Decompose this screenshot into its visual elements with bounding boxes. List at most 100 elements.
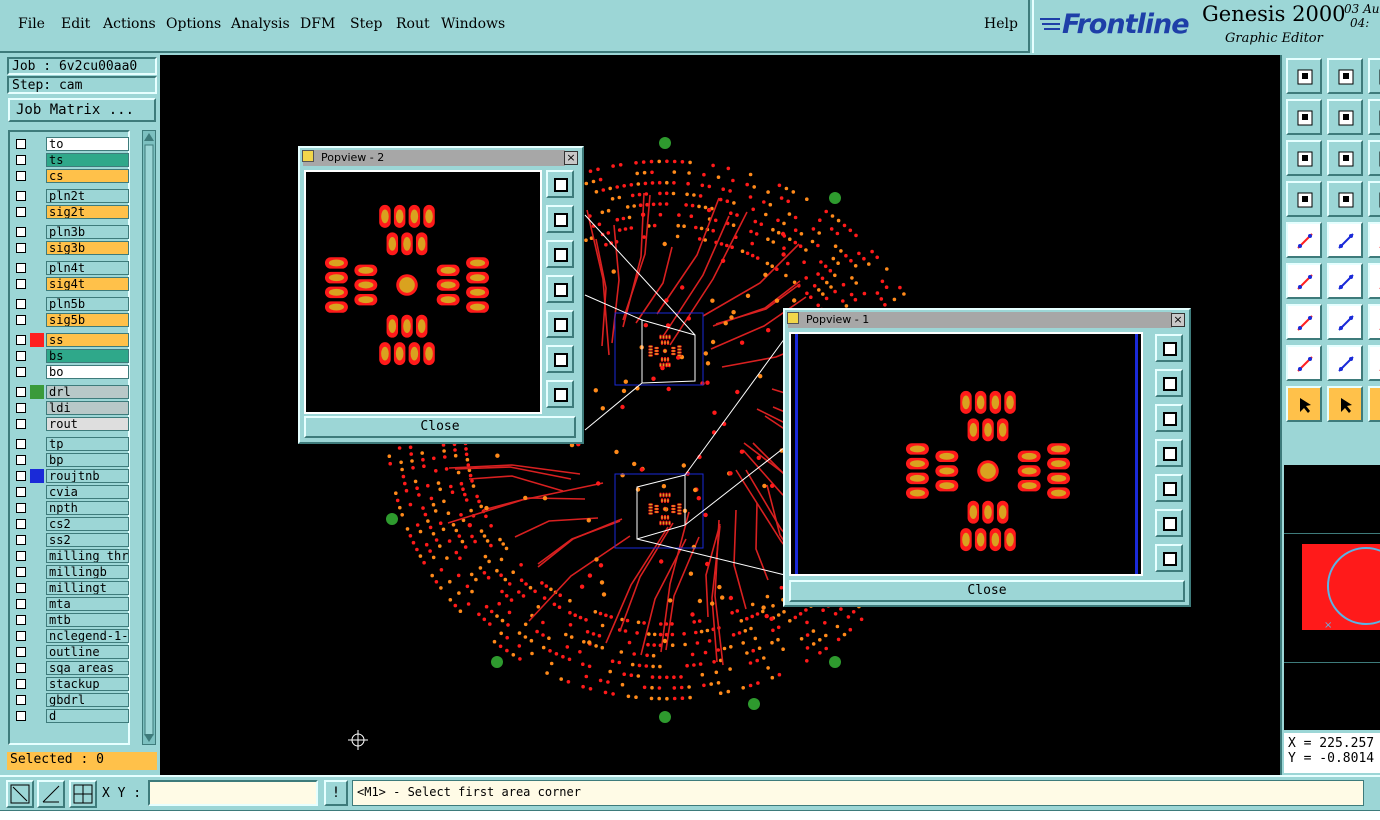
layer-checkbox[interactable] (16, 367, 26, 377)
delete-tool-button[interactable] (1327, 222, 1363, 258)
layer-checkbox[interactable] (16, 711, 26, 721)
layer-row-mtb[interactable]: mtb (10, 612, 132, 628)
layer-row-cvia[interactable]: cvia (10, 484, 132, 500)
layer-row-sig2t[interactable]: sig2t (10, 204, 132, 220)
layer-checkbox[interactable] (16, 191, 26, 201)
layer-name[interactable]: cvia (46, 485, 129, 499)
layer-checkbox[interactable] (16, 567, 26, 577)
layer-name[interactable]: rout (46, 417, 129, 431)
menu-step[interactable]: Step (350, 16, 382, 32)
select-tool-button[interactable] (1286, 386, 1322, 422)
pan-left-button[interactable] (546, 275, 574, 303)
layer-row-bp[interactable]: bp (10, 452, 132, 468)
layer-checkbox[interactable] (16, 335, 26, 345)
layer-name[interactable]: ldi (46, 401, 129, 415)
menu-options[interactable]: Options (166, 16, 221, 32)
layer-checkbox[interactable] (16, 439, 26, 449)
arc-tool-button[interactable] (1286, 263, 1322, 299)
layer-row-to[interactable]: to (10, 136, 132, 152)
layer-name[interactable]: sig2t (46, 205, 129, 219)
shift-tool-button[interactable] (1368, 263, 1380, 299)
layer-row-gbdrl[interactable]: gbdrl (10, 692, 132, 708)
layer-checkbox[interactable] (16, 631, 26, 641)
layer-checkbox[interactable] (16, 351, 26, 361)
layer-checkbox[interactable] (16, 695, 26, 705)
popview-2-title[interactable]: Popview - 2 (303, 150, 565, 166)
layer-name[interactable]: cs (46, 169, 129, 183)
tri-b-tool-button[interactable] (1327, 345, 1363, 381)
layer-name[interactable]: milling_thre (46, 549, 129, 563)
layer-name[interactable]: to (46, 137, 129, 151)
popview-2-close-x[interactable]: × (564, 151, 578, 165)
layer-row-tp[interactable]: tp (10, 436, 132, 452)
popview-1-view[interactable] (789, 332, 1143, 576)
layer-row-roujtnb[interactable]: roujtnb (10, 468, 132, 484)
layer-checkbox[interactable] (16, 207, 26, 217)
rotate-tool-button[interactable] (1368, 386, 1380, 422)
menu-actions[interactable]: Actions (103, 16, 156, 32)
layer-name[interactable]: bp (46, 453, 129, 467)
popview-2-view[interactable] (304, 170, 542, 414)
layer-name[interactable]: sig3b (46, 241, 129, 255)
layer-row-pln3b[interactable]: pln3b (10, 224, 132, 240)
layer-checkbox[interactable] (16, 263, 26, 273)
extend-tool-button[interactable] (1368, 304, 1380, 340)
window-menu-icon[interactable] (302, 150, 314, 162)
layer-name[interactable]: pln2t (46, 189, 129, 203)
layer-checkbox[interactable] (16, 503, 26, 513)
layer-checkbox[interactable] (16, 279, 26, 289)
layer-checkbox[interactable] (16, 171, 26, 181)
layer-checkbox[interactable] (16, 487, 26, 497)
layer-name[interactable]: pln3b (46, 225, 129, 239)
layer-name[interactable]: bo (46, 365, 129, 379)
layer-row-pln2t[interactable]: pln2t (10, 188, 132, 204)
zoom-tool-button[interactable] (1368, 99, 1380, 135)
zoom-out-button[interactable] (546, 240, 574, 268)
layer-checkbox[interactable] (16, 139, 26, 149)
layer-row-drl[interactable]: drl (10, 384, 132, 400)
layer-name[interactable]: ss (46, 333, 129, 347)
layer-row-nclegend-1-6[interactable]: nclegend-1-6 (10, 628, 132, 644)
center-button[interactable] (1155, 544, 1183, 572)
layer-name[interactable]: bs (46, 349, 129, 363)
layer-checkbox[interactable] (16, 227, 26, 237)
menu-help[interactable]: Help (984, 16, 1018, 32)
layer-row-pln5b[interactable]: pln5b (10, 296, 132, 312)
zoom-home-button[interactable] (1155, 509, 1183, 537)
menu-file[interactable]: File (18, 16, 45, 32)
layer-row-pln4t[interactable]: pln4t (10, 260, 132, 276)
layer-scrollbar[interactable] (142, 130, 156, 745)
layer-checkbox[interactable] (16, 535, 26, 545)
layer-row-sig5b[interactable]: sig5b (10, 312, 132, 328)
popview-2-window[interactable]: Popview - 2 × Close (298, 146, 584, 444)
snap-mode-button[interactable] (6, 780, 34, 808)
layer-checkbox[interactable] (16, 519, 26, 529)
layer-name[interactable]: outline (46, 645, 129, 659)
edge-tool-button[interactable] (1327, 263, 1363, 299)
layer-row-cs[interactable]: cs (10, 168, 132, 184)
layer-row-ldi[interactable]: ldi (10, 400, 132, 416)
zoom-fit-button[interactable] (546, 170, 574, 198)
alert-button[interactable]: ! (324, 780, 348, 806)
layer-name[interactable]: sig5b (46, 313, 129, 327)
pan-left-button[interactable] (1155, 439, 1183, 467)
popview-1-close-button[interactable]: Close (789, 580, 1185, 602)
export-tool-button[interactable] (1327, 58, 1363, 94)
layer-color-swatch[interactable] (30, 385, 44, 399)
layer-name[interactable]: nclegend-1-6 (46, 629, 129, 643)
layer-row-mta[interactable]: mta (10, 596, 132, 612)
layer-row-ts[interactable]: ts (10, 152, 132, 168)
import-tool-button[interactable] (1286, 58, 1322, 94)
cut-tool-button[interactable] (1368, 58, 1380, 94)
layer-name[interactable]: millingt (46, 581, 129, 595)
pick-tool-button[interactable] (1327, 140, 1363, 176)
layer-row-millingb[interactable]: millingb (10, 564, 132, 580)
layer-row-bo[interactable]: bo (10, 364, 132, 380)
netlist-tool-button[interactable] (1286, 222, 1322, 258)
line-tool-button[interactable] (1368, 181, 1380, 217)
layer-name[interactable]: npth (46, 501, 129, 515)
zoom-in-button[interactable] (1155, 369, 1183, 397)
layer-row-ss2[interactable]: ss2 (10, 532, 132, 548)
layer-checkbox[interactable] (16, 315, 26, 325)
layer-row-outline[interactable]: outline (10, 644, 132, 660)
